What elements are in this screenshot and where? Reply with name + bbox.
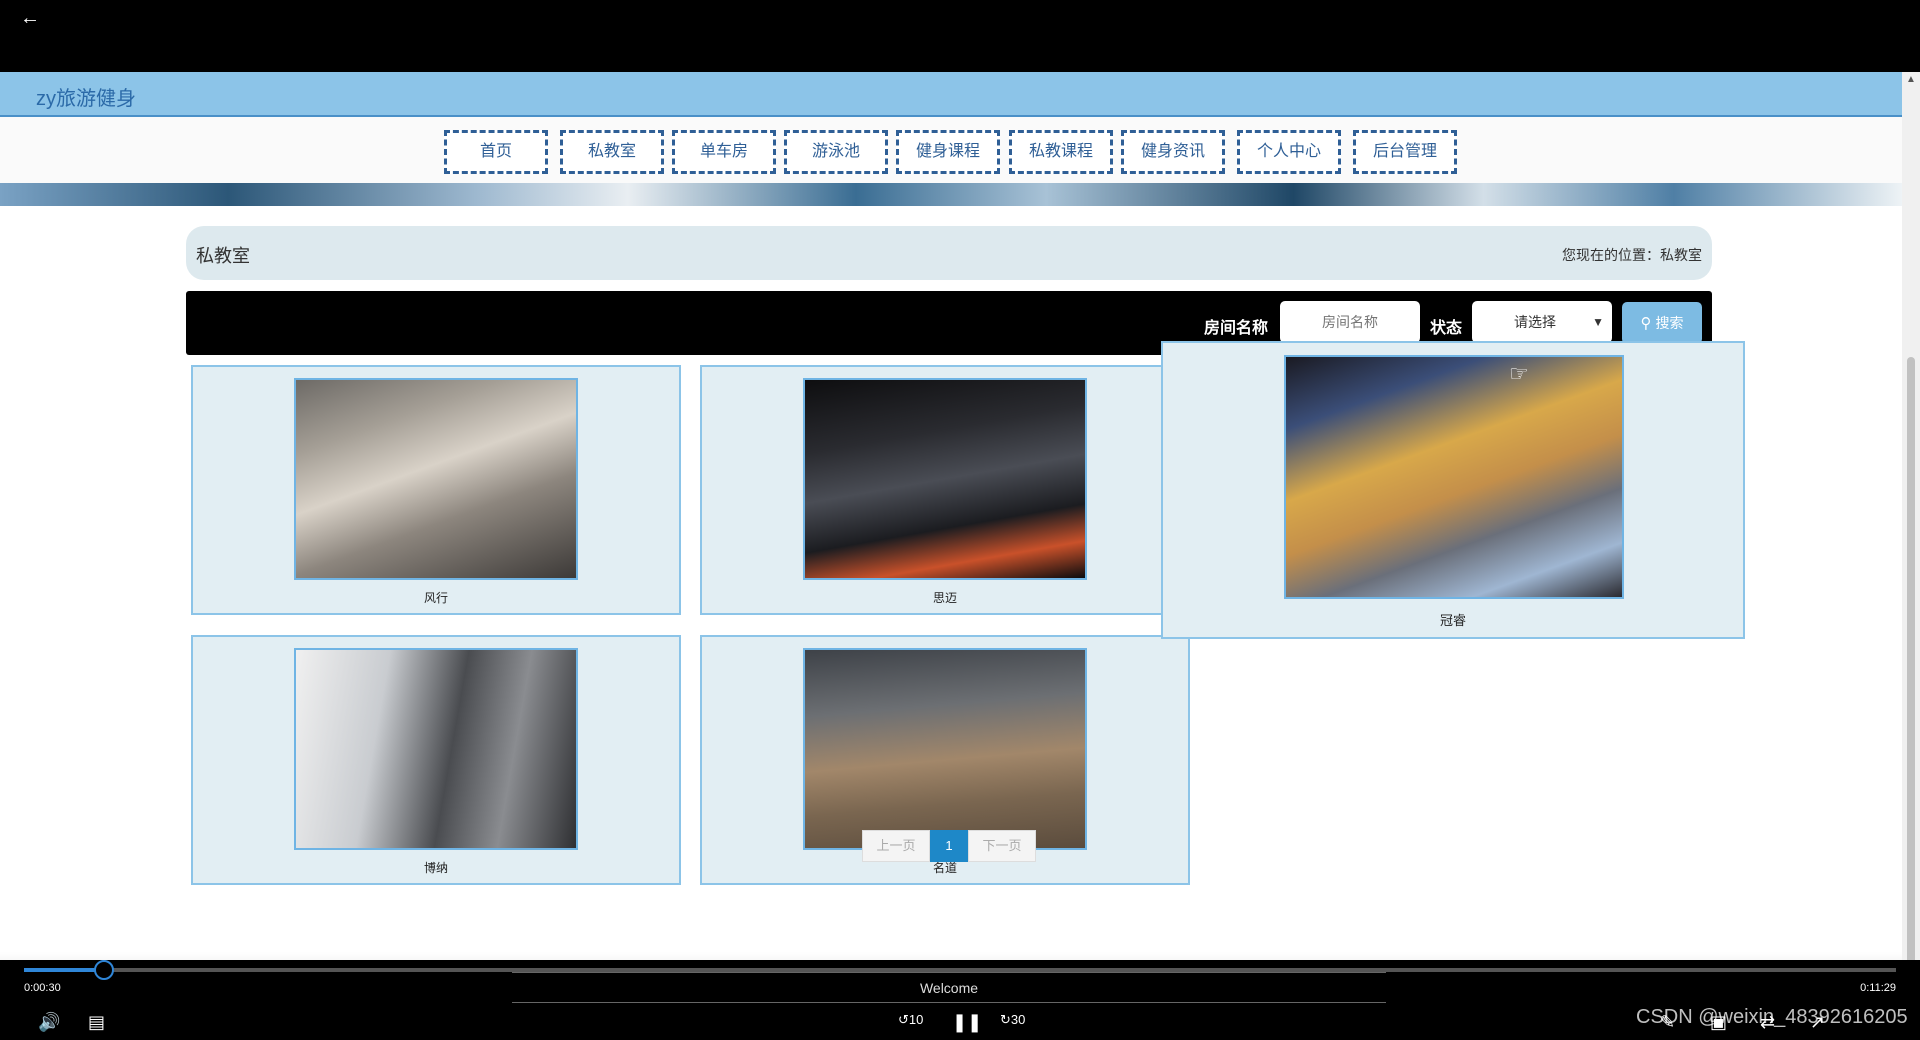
mouse-cursor-icon: ☞ — [1509, 361, 1529, 386]
banner-image — [0, 183, 1902, 206]
nav-item-fitness-courses[interactable]: 健身课程 — [896, 130, 1000, 174]
room-photo[interactable] — [1284, 355, 1624, 599]
nav-item-home[interactable]: 首页 — [444, 130, 548, 174]
search-button[interactable]: ⚲ 搜索 — [1622, 302, 1702, 344]
room-name-label: 房间名称 — [1204, 320, 1269, 337]
watermark: CSDN @weixin_48392616205 — [1636, 1006, 1908, 1028]
page-number-button[interactable]: 1 — [930, 830, 968, 862]
chevron-down-icon: ▼ — [1592, 315, 1604, 329]
room-name[interactable]: 风行 — [193, 589, 679, 606]
status-selected-value: 请选择 — [1514, 314, 1556, 330]
forward-seconds: 30 — [1010, 1012, 1026, 1027]
room-name-input[interactable] — [1280, 301, 1420, 343]
current-location: 您现在的位置：私教室 — [1562, 247, 1702, 263]
room-photo[interactable] — [803, 648, 1087, 850]
site-title[interactable]: zy旅游健身 — [36, 82, 136, 111]
nav-item-pool[interactable]: 游泳池 — [784, 130, 888, 174]
main-nav: 首页 私教室 单车房 游泳池 健身课程 私教课程 健身资讯 个人中心 后台管理 — [0, 117, 1902, 183]
room-photo[interactable] — [803, 378, 1087, 580]
search-button-label: 搜索 — [1655, 315, 1684, 331]
room-card[interactable]: 博纳 — [191, 635, 681, 885]
page-title: 私教室 — [196, 246, 250, 266]
nav-item-admin[interactable]: 后台管理 — [1353, 130, 1457, 174]
breadcrumb: 私教室 您现在的位置：私教室 — [186, 226, 1712, 280]
prev-page-button[interactable]: 上一页 — [862, 830, 930, 862]
pause-icon[interactable]: ❚❚ — [952, 1012, 982, 1033]
progress-knob[interactable] — [94, 960, 114, 980]
web-page: zy旅游健身 首页 私教室 单车房 游泳池 健身课程 私教课程 健身资讯 个人中… — [0, 72, 1902, 1040]
caption-divider — [512, 1002, 1386, 1003]
total-time: 0:11:29 — [1860, 982, 1896, 994]
room-card-hovered[interactable]: 冠睿 ☞ — [1161, 341, 1745, 639]
room-name[interactable]: 博纳 — [193, 859, 679, 876]
back-arrow-icon[interactable]: ← — [16, 4, 44, 32]
rewind-icon[interactable]: ↺10 — [898, 1012, 923, 1028]
nav-item-user-center[interactable]: 个人中心 — [1237, 130, 1341, 174]
next-page-button[interactable]: 下一页 — [968, 830, 1036, 862]
forward-icon[interactable]: ↻30 — [1000, 1012, 1025, 1028]
room-photo[interactable] — [294, 378, 578, 580]
site-header: zy旅游健身 — [0, 72, 1902, 117]
progress-fill — [24, 968, 104, 972]
room-name[interactable]: 思迈 — [702, 589, 1188, 606]
subtitles-icon[interactable]: ▤ — [88, 1012, 105, 1033]
current-time: 0:00:30 — [24, 982, 61, 994]
search-icon: ⚲ — [1640, 315, 1652, 332]
scrollbar-thumb[interactable] — [1907, 357, 1915, 1007]
player-top-bar: ← — [0, 0, 1920, 72]
room-card[interactable]: 风行 — [191, 365, 681, 615]
nav-item-fitness-news[interactable]: 健身资讯 — [1121, 130, 1225, 174]
nav-item-cycling-room[interactable]: 单车房 — [672, 130, 776, 174]
room-card[interactable]: 思迈 — [700, 365, 1190, 615]
nav-item-private-room[interactable]: 私教室 — [560, 130, 664, 174]
caption-text: Welcome — [919, 980, 979, 996]
room-name[interactable]: 冠睿 — [1163, 610, 1743, 629]
rewind-seconds: 10 — [908, 1012, 924, 1027]
room-photo[interactable] — [294, 648, 578, 850]
scroll-up-icon[interactable]: ▲ — [1906, 74, 1916, 85]
caption-divider — [512, 972, 1386, 973]
volume-icon[interactable]: 🔊 — [38, 1012, 60, 1033]
status-label: 状态 — [1430, 320, 1463, 337]
page-scrollbar[interactable]: ▲ ▼ — [1902, 72, 1920, 1040]
status-select[interactable]: 请选择 ▼ — [1472, 301, 1612, 343]
nav-item-private-courses[interactable]: 私教课程 — [1009, 130, 1113, 174]
